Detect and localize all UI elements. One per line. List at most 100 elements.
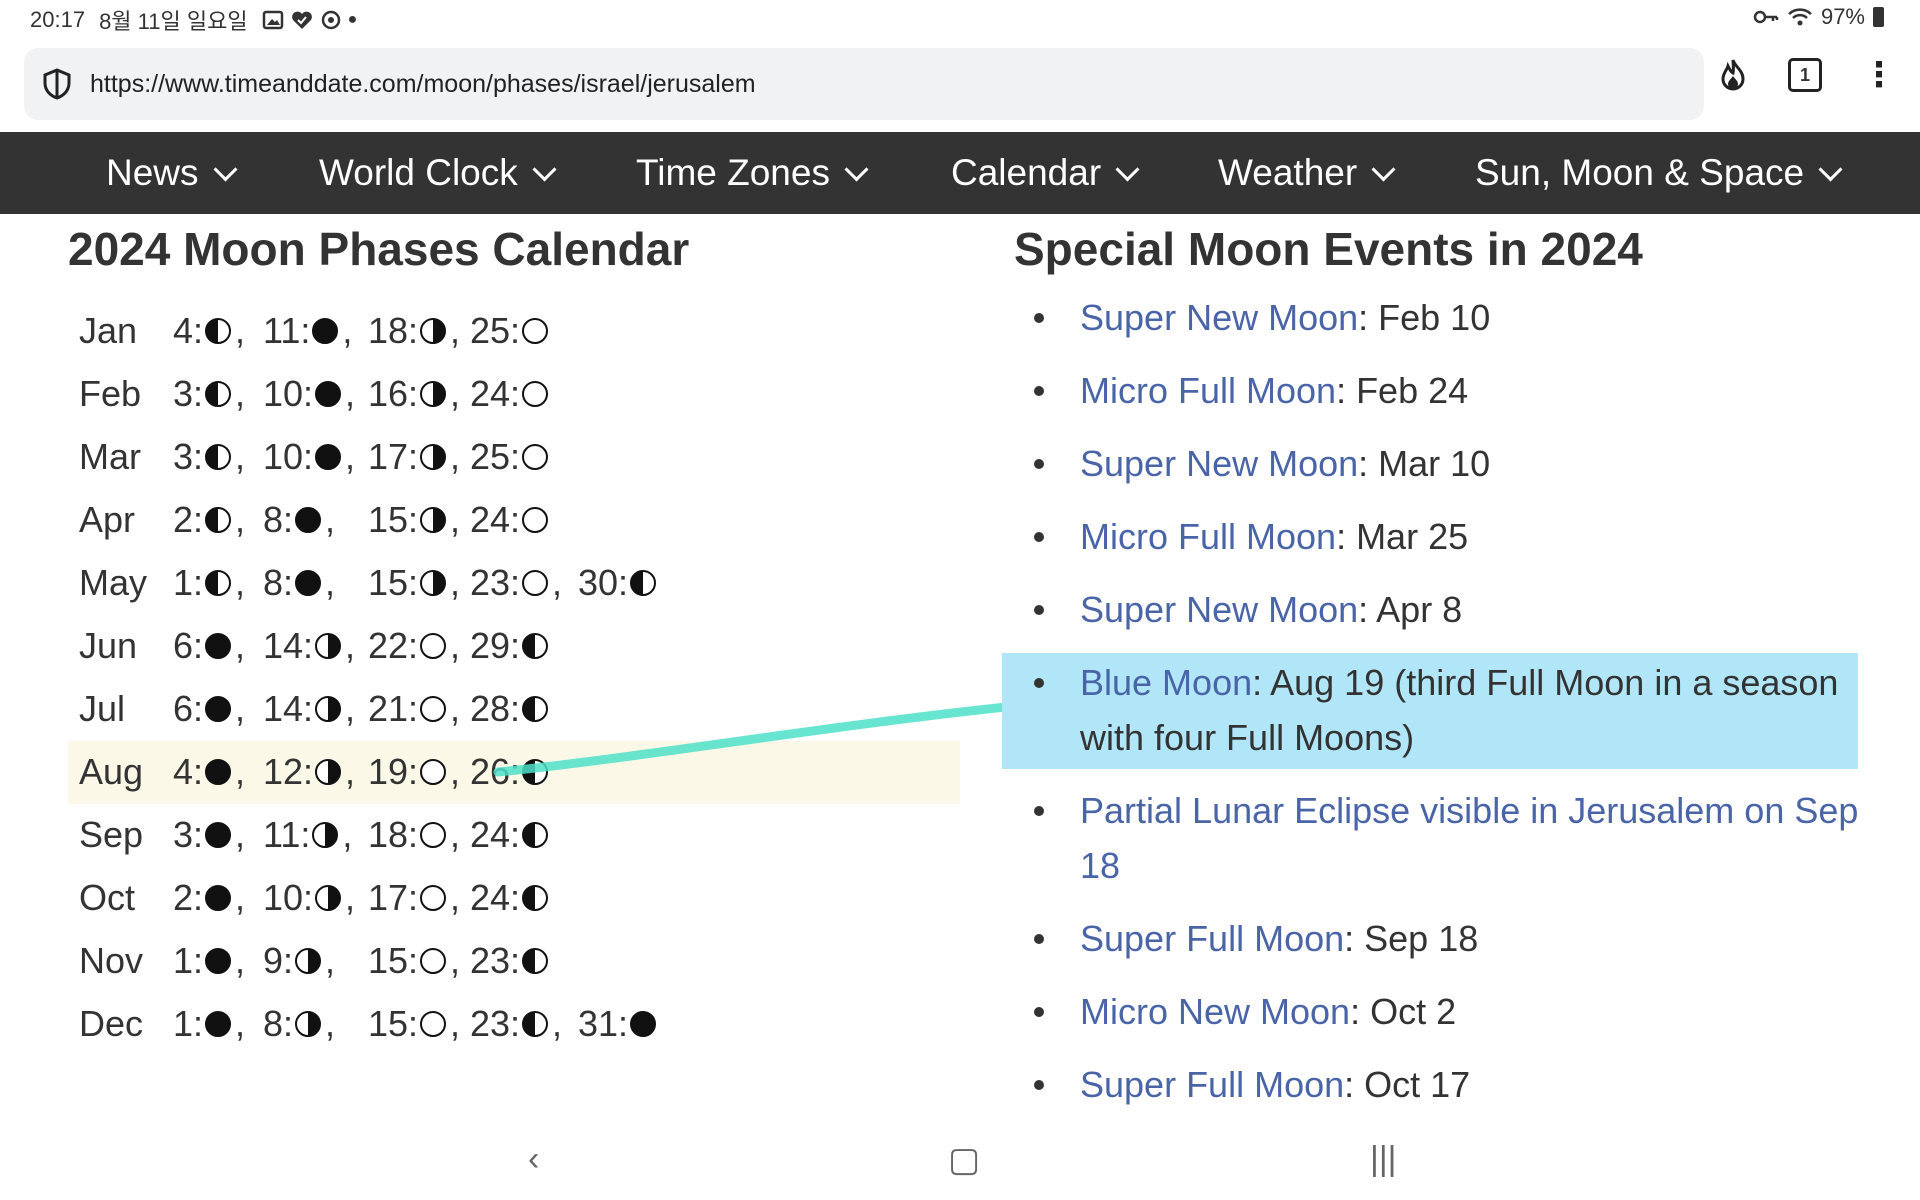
- new-moon-icon: [295, 507, 322, 533]
- phase-entry: 1:,: [173, 562, 245, 604]
- separator: ,: [345, 688, 356, 729]
- third-quarter-icon: [522, 948, 549, 974]
- bullet-icon: [1034, 313, 1044, 323]
- phase-entry: 14:,: [263, 688, 355, 730]
- new-moon-icon: [205, 759, 232, 785]
- separator: ,: [235, 310, 246, 351]
- first-quarter-icon: [315, 633, 342, 659]
- separator: ,: [325, 562, 336, 603]
- separator: ,: [235, 499, 246, 540]
- phase-entry: 23:: [470, 940, 552, 982]
- new-moon-icon: [312, 318, 339, 344]
- calendar-row: Oct 2:, 10:, 17:, 24:: [68, 867, 960, 930]
- separator: ,: [450, 814, 461, 855]
- nav-world-clock[interactable]: World Clock: [319, 132, 557, 214]
- separator: ,: [450, 940, 461, 981]
- event-link[interactable]: Micro New Moon: [1080, 991, 1350, 1032]
- event-link[interactable]: Super New Moon: [1080, 589, 1358, 630]
- chevron-down-icon: [844, 156, 869, 182]
- event-item: Super Full Moon: Sep 18: [1000, 911, 1870, 966]
- nav-time-zones[interactable]: Time Zones: [636, 132, 869, 214]
- phase-date: 22:: [368, 625, 419, 666]
- event-link[interactable]: Super New Moon: [1080, 443, 1358, 484]
- phase-date: 28:: [470, 688, 521, 729]
- separator: ,: [235, 940, 246, 981]
- flame-icon[interactable]: [1718, 58, 1748, 92]
- heart-check-icon: [291, 11, 312, 29]
- phase-entry: 25:: [470, 436, 552, 478]
- phase-date: 6:: [173, 688, 204, 729]
- address-bar[interactable]: https://www.timeanddate.com/moon/phases/…: [24, 48, 1704, 120]
- new-moon-icon: [205, 885, 232, 911]
- full-moon-icon: [420, 1011, 447, 1037]
- menu-kebab-icon[interactable]: ⋮: [1862, 58, 1896, 92]
- event-link[interactable]: Blue Moon: [1080, 662, 1252, 703]
- nav-sun-moon-space[interactable]: Sun, Moon & Space: [1475, 132, 1843, 214]
- settings-circle-icon: [321, 10, 340, 30]
- recents-icon[interactable]: |||: [1370, 1140, 1397, 1179]
- phase-entry: 4:,: [173, 310, 245, 352]
- phase-entry: 15:,: [368, 562, 460, 604]
- event-item: Super New Moon: Feb 10: [1000, 290, 1870, 345]
- wifi-icon: [1788, 8, 1812, 26]
- event-date-text: : Sep 18: [1344, 918, 1479, 959]
- battery-icon: [1873, 7, 1884, 27]
- events-title: Special Moon Events in 2024: [1014, 223, 1643, 275]
- phase-entry: 11:,: [263, 310, 352, 352]
- phase-entry: 19:,: [368, 751, 460, 793]
- first-quarter-icon: [315, 696, 342, 722]
- tab-switcher-icon[interactable]: 1: [1788, 58, 1822, 92]
- phase-date: 4:: [173, 310, 204, 351]
- phase-entry: 26:: [470, 751, 552, 793]
- separator: ,: [450, 877, 461, 918]
- shield-icon[interactable]: [40, 67, 74, 101]
- phase-date: 26:: [470, 751, 521, 792]
- phase-date: 9:: [263, 940, 294, 981]
- bullet-icon: [1034, 1080, 1044, 1090]
- phase-entry: 6:,: [173, 688, 245, 730]
- home-icon[interactable]: ▢: [948, 1140, 980, 1180]
- event-link[interactable]: Super Full Moon: [1080, 918, 1344, 959]
- phase-date: 23:: [470, 940, 521, 981]
- phase-entry: 16:,: [368, 373, 460, 415]
- new-moon-icon: [205, 1011, 232, 1037]
- nav-news[interactable]: News: [106, 132, 238, 214]
- third-quarter-icon: [205, 570, 232, 596]
- phase-date: 30:: [578, 562, 629, 603]
- calendar-row: Jul 6:, 14:, 21:, 28:: [68, 678, 960, 741]
- calendar-row: Dec 1:, 8:, 15:, 23:, 31:: [68, 993, 960, 1056]
- phase-date: 21:: [368, 688, 419, 729]
- url-text[interactable]: https://www.timeanddate.com/moon/phases/…: [90, 70, 756, 99]
- nav-label: News: [106, 152, 199, 193]
- event-link[interactable]: Micro Full Moon: [1080, 516, 1336, 557]
- event-link[interactable]: Super Full Moon: [1080, 1064, 1344, 1105]
- phase-entry: 10:,: [263, 877, 355, 919]
- event-link[interactable]: Partial Lunar Eclipse visible in Jerusal…: [1080, 790, 1858, 886]
- full-moon-icon: [522, 507, 549, 533]
- event-link[interactable]: Micro Full Moon: [1080, 370, 1336, 411]
- third-quarter-icon: [205, 444, 232, 470]
- phase-entry: 15:,: [368, 940, 460, 982]
- third-quarter-icon: [522, 1011, 549, 1037]
- third-quarter-icon: [630, 570, 657, 596]
- nav-weather[interactable]: Weather: [1218, 132, 1396, 214]
- first-quarter-icon: [315, 885, 342, 911]
- full-moon-icon: [522, 570, 549, 596]
- phase-date: 23:: [470, 562, 521, 603]
- phase-date: 25:: [470, 310, 521, 351]
- event-date-text: : Feb 10: [1358, 297, 1491, 338]
- third-quarter-icon: [522, 885, 549, 911]
- phase-entry: 3:,: [173, 436, 245, 478]
- phase-entry: 18:,: [368, 310, 460, 352]
- status-time: 20:17: [30, 7, 86, 32]
- first-quarter-icon: [420, 507, 447, 533]
- nav-calendar[interactable]: Calendar: [951, 132, 1140, 214]
- full-moon-icon: [522, 444, 549, 470]
- bullet-icon: [1034, 934, 1044, 944]
- back-icon[interactable]: ‹: [528, 1140, 539, 1179]
- status-date: 8월 11일 일요일: [99, 9, 248, 34]
- event-link[interactable]: Super New Moon: [1080, 297, 1358, 338]
- nav-label: Calendar: [951, 152, 1102, 193]
- third-quarter-icon: [522, 822, 549, 848]
- phase-entry: 31:: [578, 1003, 660, 1045]
